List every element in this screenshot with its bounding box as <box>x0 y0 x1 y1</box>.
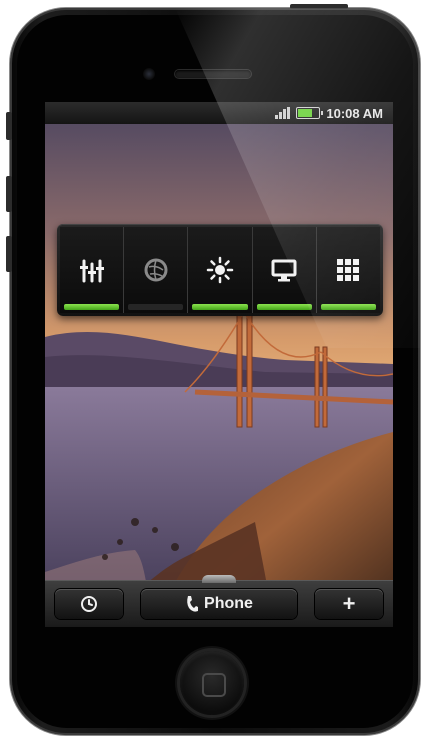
home-square-icon <box>202 673 226 697</box>
battery-icon <box>296 107 324 119</box>
add-icon: + <box>342 591 356 616</box>
gps-icon <box>144 258 168 282</box>
grid-icon <box>337 259 360 281</box>
phone-button[interactable]: Phone <box>141 589 297 619</box>
power-control-widget <box>57 224 383 316</box>
power-button[interactable] <box>290 4 348 9</box>
signal-icon <box>275 107 291 119</box>
equalizer-icon <box>79 259 104 283</box>
phone-screen: 10:08 AM Phone + <box>45 102 393 627</box>
status-time: 10:08 AM <box>326 105 383 121</box>
volume-down-button[interactable] <box>6 236 12 272</box>
earpiece-speaker <box>175 70 251 78</box>
screen-icon <box>271 259 297 282</box>
dock-handle[interactable] <box>202 575 236 583</box>
volume-up-button[interactable] <box>6 176 12 212</box>
golden-gate-wallpaper <box>45 102 393 627</box>
front-camera <box>143 68 155 80</box>
clock-button[interactable] <box>55 589 123 619</box>
home-button[interactable] <box>180 651 244 715</box>
mute-switch[interactable] <box>6 112 12 140</box>
toggle-gps[interactable] <box>124 227 189 313</box>
brightness-icon <box>206 256 234 284</box>
dock-bar: Phone + <box>45 575 393 627</box>
phone-label: Phone <box>204 595 253 612</box>
toggle-equalizer[interactable] <box>60 227 125 313</box>
toggle-apps[interactable] <box>316 227 381 313</box>
toggle-brightness[interactable] <box>188 227 253 313</box>
status-bar: 10:08 AM <box>45 102 393 124</box>
phone-icon <box>187 596 199 612</box>
clock-icon <box>81 596 97 612</box>
add-button[interactable]: + <box>315 589 383 619</box>
toggle-screen[interactable] <box>252 227 317 313</box>
